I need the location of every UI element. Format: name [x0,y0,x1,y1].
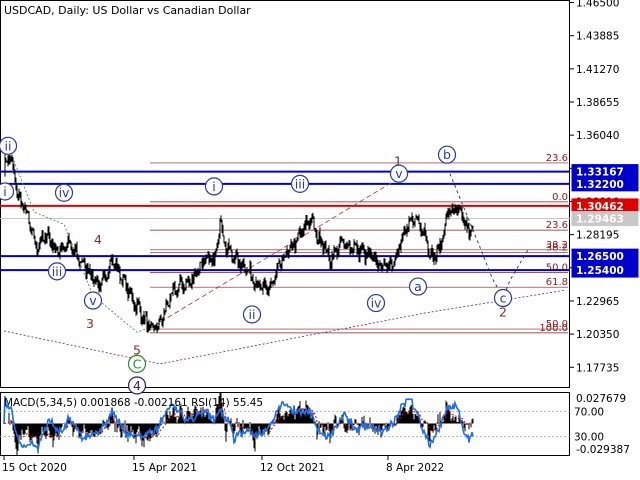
price-tick-label: 1.41270 [576,64,619,76]
price-chart: 23.60.023.638.238.250.061.850.0100.0 1.4… [0,0,639,474]
wave-label: a [414,279,422,294]
wave-label: i [3,184,6,199]
time-tick-label: 15 Oct 2020 [2,462,67,474]
fib-label: 23.6 [546,220,568,231]
price-level-label: 1.26500 [576,251,624,263]
price-level-label: 1.25400 [576,265,624,277]
fib-label: 38.2 [546,242,568,253]
wave-label: 2 [499,304,507,319]
time-tick-label: 8 Apr 2022 [386,462,444,474]
wave-label: b [443,147,451,162]
rsi-tick-label: 30.00 [574,431,604,443]
fib-label: 100.0 [539,323,568,334]
wave-label: i [212,179,215,194]
wave-label: v [89,293,97,308]
fib-label: 50.0 [546,263,568,274]
price-tick-label: 1.22965 [576,296,619,308]
rsi-tick-label: 70.00 [574,407,604,419]
price-tick-label: 1.46500 [576,0,619,10]
wave-label-circle [0,182,15,201]
chart-window: 23.6 0.0 23.6 38.2 38.2 50.0 61.8 50.0 100.0 1.4… [0,0,640,480]
price-tick-label: 1.28195 [576,230,619,242]
wave-label: 3 [86,316,94,331]
wave-label: c [500,290,507,305]
fib-label: 23.6 [546,153,568,164]
price-level-label: 1.29463 [576,214,624,226]
wave-label: v [395,166,403,181]
price-tick-label: 1.36040 [576,130,619,142]
wave-label: 4 [94,232,102,247]
macd-tick-label: 0.027679 [576,393,626,405]
wave-label: ii [5,138,12,153]
chart-title: USDCAD, Daily: US Dollar vs Canadian Dol… [4,4,251,17]
fib-label: 61.8 [546,277,568,288]
wave-label: iii [52,264,62,279]
wave-label: iv [371,296,382,311]
price-tick-label: 1.17735 [576,362,619,374]
wave-label: 4 [133,378,141,393]
wave-label: iv [59,185,70,200]
time-tick-label: 12 Oct 2021 [260,462,325,474]
wave-label: C [133,356,142,371]
price-tick-label: 1.38655 [576,97,619,109]
fib-label: 0.0 [552,192,568,203]
indicator-label: MACD(5,34,5) 0.001868 -0.002161 RSI(14) … [4,397,263,409]
price-level-label: 1.32200 [576,179,624,191]
wave-label: ii [249,307,256,322]
wave-label: iii [295,176,305,191]
macd-tick-label: -0.029387 [576,444,630,456]
price-tick-label: 1.20350 [576,329,619,341]
time-tick-label: 15 Apr 2021 [132,462,197,474]
price-tick-label: 1.43885 [576,31,619,43]
